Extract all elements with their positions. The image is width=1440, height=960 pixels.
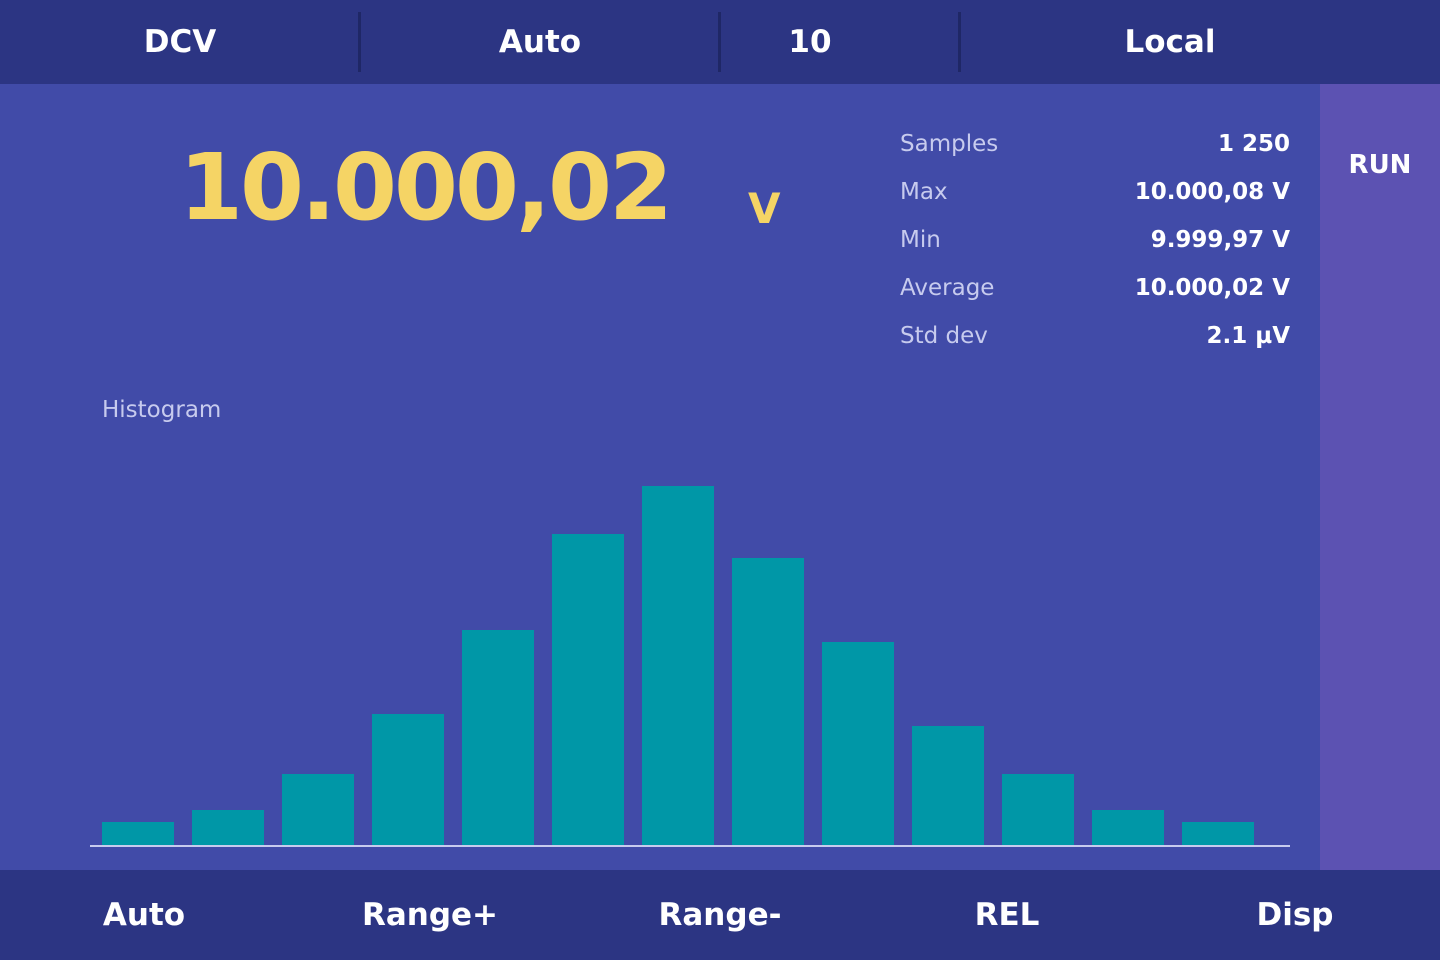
softkey-range-up[interactable]: Range+ xyxy=(300,870,560,960)
histogram-bar xyxy=(912,726,984,846)
remote-state-indicator[interactable]: Local xyxy=(960,0,1380,84)
status-bar: DCV Auto 10 Local xyxy=(0,0,1440,84)
histogram-bar xyxy=(1092,810,1164,846)
range-indicator[interactable]: Auto xyxy=(360,0,720,84)
measurement-panel: 10.000,02 V Samples 1 250 Max 10.000,08 … xyxy=(0,84,1320,870)
softkey-range-down[interactable]: Range- xyxy=(590,870,850,960)
histogram-bar xyxy=(372,714,444,846)
histogram-bar xyxy=(552,534,624,846)
run-state-label[interactable]: RUN xyxy=(1320,150,1440,180)
histogram-bar xyxy=(102,822,174,846)
histogram-bar xyxy=(282,774,354,846)
softkey-rel[interactable]: REL xyxy=(877,870,1137,960)
nplc-indicator[interactable]: 10 xyxy=(720,0,900,84)
softkey-auto[interactable]: Auto xyxy=(14,870,274,960)
histogram-bar xyxy=(642,486,714,846)
histogram-bar xyxy=(1182,822,1254,846)
histogram-bar xyxy=(462,630,534,846)
function-indicator[interactable]: DCV xyxy=(0,0,360,84)
histogram-chart xyxy=(90,486,1290,847)
histogram-bar xyxy=(192,810,264,846)
softkey-disp[interactable]: Disp xyxy=(1165,870,1425,960)
histogram-bar xyxy=(1002,774,1074,846)
run-panel: RUN xyxy=(1320,84,1440,870)
histogram-bar xyxy=(732,558,804,846)
histogram-bar xyxy=(822,642,894,846)
softkey-bar: Auto Range+ Range- REL Disp xyxy=(0,870,1440,960)
